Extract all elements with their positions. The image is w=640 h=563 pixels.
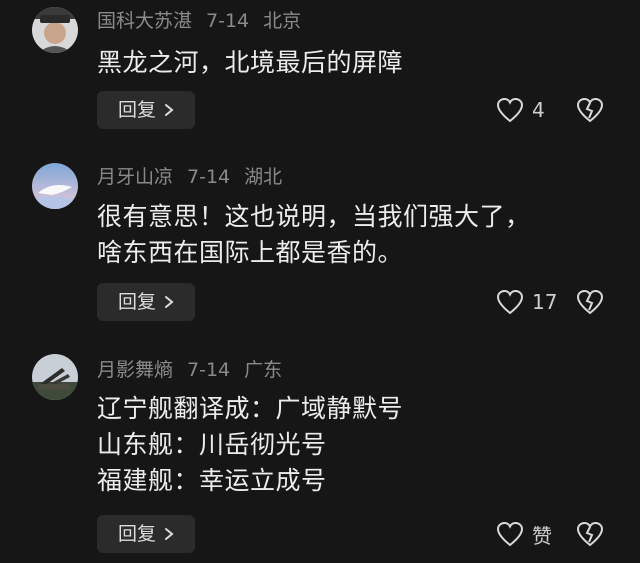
broken-heart-icon[interactable] (576, 521, 604, 547)
like-count: 17 (532, 290, 558, 314)
comment-meta: 月影舞熵 7-14 广东 (97, 358, 296, 382)
username[interactable]: 国科大苏湛 (97, 10, 192, 32)
comment-location: 湖北 (244, 166, 283, 188)
avatar[interactable] (32, 7, 78, 53)
avatar[interactable] (32, 354, 78, 400)
username[interactable]: 月牙山凉 (97, 166, 173, 188)
username[interactable]: 月影舞熵 (97, 359, 173, 381)
broken-heart-icon[interactable] (576, 97, 604, 123)
comment-location: 广东 (244, 359, 283, 381)
avatar[interactable] (32, 163, 78, 209)
comment-meta: 国科大苏湛 7-14 北京 (97, 9, 315, 33)
comment-line: 山东舰：川岳彻光号 (97, 430, 327, 459)
reply-label: 回复 (117, 523, 156, 545)
comment-text: 很有意思！这也说明，当我们强大了， 啥东西在国际上都是香的。 (97, 199, 617, 271)
comment-date: 7-14 (187, 359, 231, 381)
comment-text: 黑龙之河，北境最后的屏障 (97, 45, 617, 81)
comment-line: 啥东西在国际上都是香的。 (97, 238, 404, 267)
chevron-right-icon (164, 295, 174, 309)
heart-outline-icon[interactable] (496, 97, 524, 123)
heart-outline-icon[interactable] (496, 521, 524, 547)
comment-line: 辽宁舰翻译成：广域静默号 (97, 394, 404, 423)
comment-text: 辽宁舰翻译成：广域静默号 山东舰：川岳彻光号 福建舰：幸运立成号 (97, 391, 617, 499)
comment-location: 北京 (263, 10, 302, 32)
comment-line: 黑龙之河，北境最后的屏障 (97, 48, 404, 77)
reply-button[interactable]: 回复 (97, 91, 195, 129)
broken-heart-icon[interactable] (576, 289, 604, 315)
reply-button[interactable]: 回复 (97, 283, 195, 321)
chevron-right-icon (164, 527, 174, 541)
chevron-right-icon (164, 103, 174, 117)
like-group: 17 (496, 283, 604, 321)
reply-label: 回复 (117, 99, 156, 121)
like-group: 4 (496, 91, 604, 129)
reply-button[interactable]: 回复 (97, 515, 195, 553)
comment-line: 福建舰：幸运立成号 (97, 466, 327, 495)
comment-date: 7-14 (206, 10, 250, 32)
comment-date: 7-14 (187, 166, 231, 188)
heart-outline-icon[interactable] (496, 289, 524, 315)
like-count: 赞 (532, 523, 552, 548)
like-group: 赞 (496, 515, 604, 553)
like-count: 4 (532, 98, 545, 122)
reply-label: 回复 (117, 291, 156, 313)
comment-meta: 月牙山凉 7-14 湖北 (97, 165, 296, 189)
comment-line: 很有意思！这也说明，当我们强大了， (97, 202, 531, 231)
